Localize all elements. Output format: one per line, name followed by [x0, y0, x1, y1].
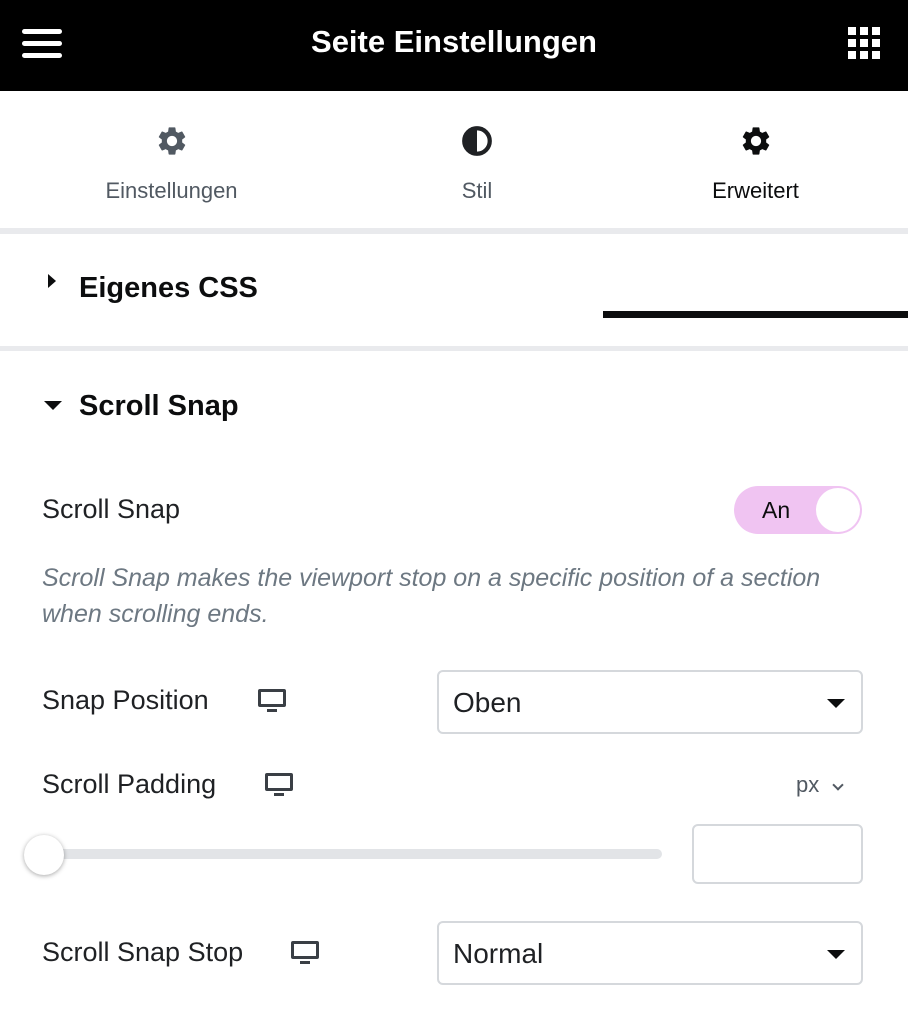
tab-label: Stil [461, 178, 493, 203]
scroll-snap-toggle[interactable]: An [734, 486, 862, 534]
desktop-monitor-icon[interactable] [291, 941, 319, 965]
gear-icon [158, 127, 185, 155]
section-title: Scroll Snap [79, 390, 239, 422]
grid-apps-icon[interactable] [848, 27, 880, 59]
toggle-knob [816, 488, 860, 532]
scroll-snap-stop-label: Scroll Snap Stop [42, 937, 244, 967]
section-custom-css[interactable]: Eigenes CSS [0, 234, 908, 346]
page-title: Seite Einstellungen [311, 24, 597, 59]
tab-label: Einstellungen [105, 178, 238, 203]
top-bar: Seite Einstellungen [0, 0, 908, 91]
scroll-snap-stop-select[interactable]: Normal [437, 921, 863, 985]
tab-einstellungen[interactable]: Einstellungen [0, 91, 343, 228]
chevron-down-icon[interactable] [832, 779, 844, 791]
toggle-label: An [762, 497, 791, 523]
chevron-down-icon [827, 950, 845, 959]
snap-position-select[interactable]: Oben [437, 670, 863, 734]
caret-down-icon [44, 401, 62, 410]
caret-right-icon [48, 274, 56, 288]
section-title: Eigenes CSS [79, 272, 258, 304]
half-circle-contrast-icon [462, 126, 492, 156]
scroll-padding-slider-track[interactable] [42, 849, 662, 859]
chevron-down-icon [827, 699, 845, 708]
snap-position-label: Snap Position [42, 685, 209, 715]
tab-label: Erweitert [712, 178, 799, 203]
select-value: Oben [453, 687, 522, 718]
scroll-padding-input[interactable] [692, 824, 863, 884]
section-scroll-snap[interactable]: Scroll Snap [0, 351, 908, 451]
desktop-monitor-icon[interactable] [258, 689, 286, 713]
scroll-snap-label: Scroll Snap [42, 494, 181, 524]
tab-erweitert[interactable]: Erweitert [603, 91, 908, 228]
desktop-monitor-icon[interactable] [265, 773, 293, 797]
unit-selector[interactable]: px [796, 770, 819, 800]
scroll-padding-slider-handle[interactable] [24, 835, 64, 875]
select-value: Normal [453, 938, 544, 969]
panel-tabs: Einstellungen Stil Erweitert [0, 91, 908, 318]
gear-icon [742, 127, 769, 155]
scroll-snap-description: Scroll Snap makes the viewport stop on a… [42, 564, 821, 628]
scroll-padding-label: Scroll Padding [42, 769, 217, 799]
tab-stil[interactable]: Stil [343, 91, 611, 228]
